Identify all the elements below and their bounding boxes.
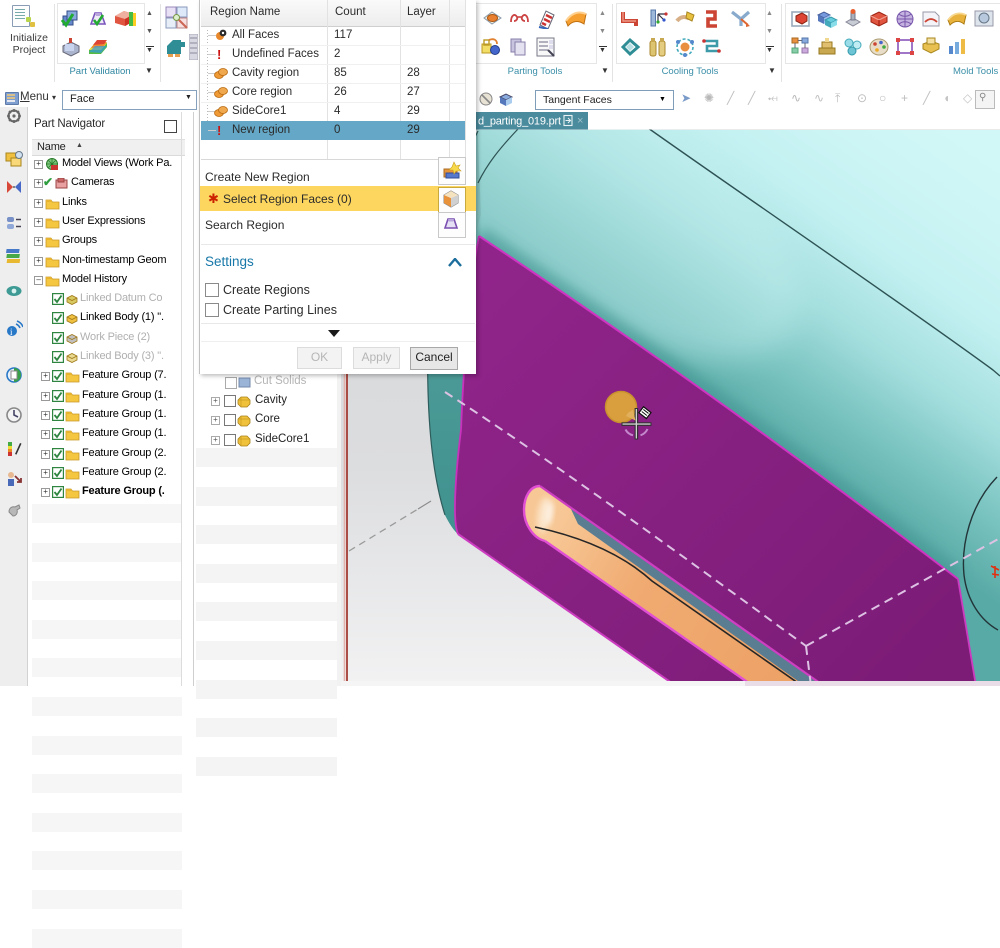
svg-text:d_parting_019.prt: d_parting_019.prt <box>478 116 561 128</box>
svg-text:×: × <box>577 115 583 127</box>
